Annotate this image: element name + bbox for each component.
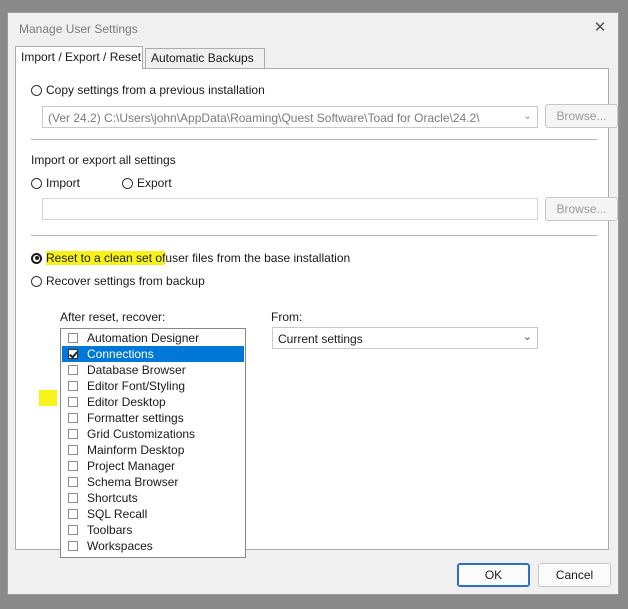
checkbox[interactable]: [68, 525, 78, 535]
list-item-label: Editor Desktop: [87, 395, 166, 409]
export-radio[interactable]: Export: [122, 176, 172, 190]
from-select[interactable]: Current settings ⌄: [272, 327, 538, 349]
checkbox[interactable]: [68, 413, 78, 423]
dialog-title: Manage User Settings: [19, 22, 138, 36]
checkbox[interactable]: [68, 509, 78, 519]
list-item-label: Workspaces: [87, 539, 153, 553]
from-value: Current settings: [278, 332, 363, 346]
reset-label-rest: user files from the base installation: [165, 251, 351, 265]
divider: [31, 235, 597, 236]
export-label: Export: [137, 176, 172, 190]
radio-circle: [122, 177, 133, 189]
list-item[interactable]: Database Browser: [62, 362, 244, 378]
list-item[interactable]: Formatter settings: [62, 410, 244, 426]
list-item[interactable]: Project Manager: [62, 458, 244, 474]
from-label: From:: [271, 310, 303, 324]
settings-file-input[interactable]: [42, 198, 538, 220]
tab-automatic-backups[interactable]: Automatic Backups: [145, 48, 265, 68]
chevron-down-icon: ⌄: [522, 331, 532, 343]
cancel-button[interactable]: Cancel: [538, 563, 611, 587]
copy-browse-button[interactable]: Browse...: [545, 104, 618, 128]
list-item-label: Schema Browser: [87, 475, 179, 489]
import-radio[interactable]: Import: [31, 176, 80, 190]
recover-backup-radio[interactable]: Recover settings from backup: [31, 274, 205, 288]
list-item-label: Editor Font/Styling: [87, 379, 186, 393]
list-item-label: Connections: [87, 347, 154, 361]
list-item[interactable]: Grid Customizations: [62, 426, 244, 442]
highlighter-mark: [39, 390, 57, 406]
recover-items-list[interactable]: Automation Designer Connections Database B…: [60, 328, 246, 558]
list-item-label: Shortcuts: [87, 491, 138, 505]
previous-installation-combo[interactable]: (Ver 24.2) C:\Users\john\AppData\Roaming…: [42, 106, 538, 128]
list-item[interactable]: Connections: [62, 346, 244, 362]
list-item[interactable]: Editor Desktop: [62, 394, 244, 410]
checkbox[interactable]: [68, 493, 78, 503]
list-item[interactable]: Shortcuts: [62, 490, 244, 506]
import-export-heading: Import or export all settings: [31, 153, 176, 167]
radio-circle: [31, 275, 42, 287]
checkbox[interactable]: [68, 541, 78, 551]
list-item-label: Grid Customizations: [87, 427, 196, 441]
manage-user-settings-dialog: Manage User Settings ✕ Import / Export /…: [7, 12, 619, 595]
list-item-label: Project Manager: [87, 459, 176, 473]
list-item[interactable]: Workspaces: [62, 538, 244, 554]
reset-label-highlighted: Reset to a clean set of: [46, 251, 166, 265]
radio-circle: [31, 177, 42, 189]
title-bar: Manage User Settings ✕: [8, 13, 618, 43]
list-item[interactable]: Mainform Desktop: [62, 442, 244, 458]
checkbox[interactable]: [68, 397, 78, 407]
list-item[interactable]: Schema Browser: [62, 474, 244, 490]
reset-clean-radio[interactable]: Reset to a clean set of user files from …: [31, 251, 350, 265]
list-item-label: Automation Designer: [87, 331, 200, 345]
after-reset-label: After reset, recover:: [60, 310, 166, 324]
checkbox[interactable]: [68, 365, 78, 375]
list-item-label: Mainform Desktop: [87, 443, 185, 457]
checkbox[interactable]: [68, 477, 78, 487]
previous-installation-value: (Ver 24.2) C:\Users\john\AppData\Roaming…: [48, 111, 480, 125]
list-item[interactable]: SQL Recall: [62, 506, 244, 522]
radio-circle: [31, 84, 42, 96]
checkbox[interactable]: [68, 461, 78, 471]
list-item-label: Formatter settings: [87, 411, 184, 425]
chevron-down-icon: ⌄: [522, 110, 532, 122]
tab-panel: Copy settings from a previous installati…: [15, 68, 618, 558]
list-item-label: Toolbars: [87, 523, 133, 537]
import-label: Import: [46, 176, 81, 190]
checkbox-checked[interactable]: [68, 349, 78, 359]
list-item-label: SQL Recall: [87, 507, 148, 521]
import-export-browse-button[interactable]: Browse...: [545, 197, 618, 221]
checkbox[interactable]: [68, 381, 78, 391]
tab-import-export-reset[interactable]: Import / Export / Reset: [15, 46, 143, 69]
recover-backup-label: Recover settings from backup: [46, 274, 205, 288]
close-icon[interactable]: ✕: [590, 18, 610, 38]
checkbox[interactable]: [68, 333, 78, 343]
checkbox[interactable]: [68, 429, 78, 439]
list-item[interactable]: Editor Font/Styling: [62, 378, 244, 394]
copy-settings-label: Copy settings from a previous installati…: [46, 83, 265, 97]
radio-circle-checked: [31, 252, 42, 264]
list-item[interactable]: Toolbars: [62, 522, 244, 538]
checkbox[interactable]: [68, 445, 78, 455]
list-item-label: Database Browser: [87, 363, 186, 377]
divider: [31, 139, 597, 140]
copy-settings-radio[interactable]: Copy settings from a previous installati…: [31, 83, 265, 97]
list-item[interactable]: Automation Designer: [62, 330, 244, 346]
ok-button[interactable]: OK: [457, 563, 530, 587]
